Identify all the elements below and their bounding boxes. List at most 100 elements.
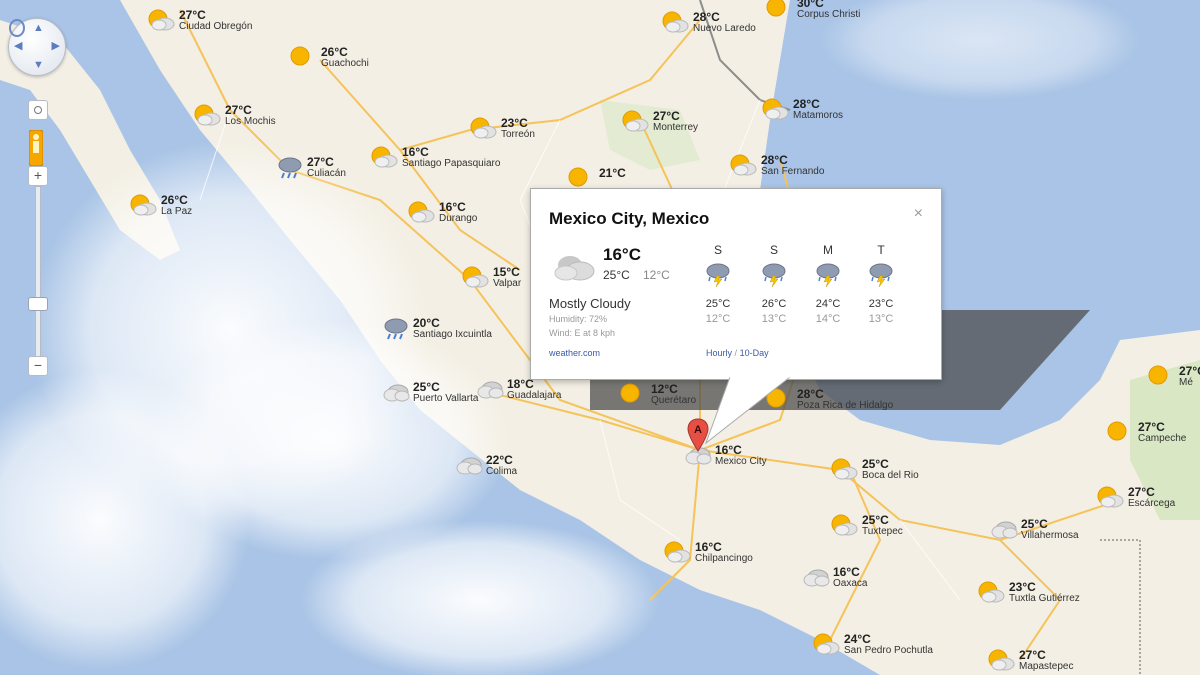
marker-city: Puerto Vallarta — [413, 393, 479, 404]
marker-city: Colima — [486, 466, 518, 477]
forecast-links: Hourly / 10-Day — [706, 348, 769, 358]
weather-marker[interactable]: 24°C San Pedro Pochutla — [813, 632, 933, 657]
marker-temperature: 25°C — [862, 513, 889, 527]
marker-temperature: 25°C — [1021, 517, 1048, 531]
pan-control[interactable]: ▲ ▼ ◀ ▶ — [8, 18, 66, 76]
pan-left-icon[interactable]: ◀ — [14, 41, 22, 52]
weather-marker[interactable]: 26°C Guachochi — [290, 45, 369, 70]
marker-city: Nuevo Laredo — [693, 23, 756, 34]
sun-icon — [766, 0, 786, 17]
weather-marker[interactable]: 26°C La Paz — [130, 193, 192, 218]
today-high: 25°C — [603, 268, 630, 282]
pegman-icon[interactable] — [29, 130, 43, 166]
weather-marker[interactable]: 30°C Corpus Christi — [766, 0, 860, 21]
forecast-day: S 26°C 13°C — [759, 243, 789, 325]
weather-marker[interactable]: 27°CMé — [1148, 364, 1200, 389]
weather-marker[interactable]: 27°C Ciudad Obregón — [148, 8, 252, 33]
weather-marker[interactable]: 15°C Valpar — [462, 265, 521, 290]
sun-icon — [568, 167, 588, 187]
weather-marker[interactable]: 16°C Santiago Papasquiaro — [371, 145, 500, 170]
mostly-cloudy-icon — [554, 256, 595, 281]
marker-temperature: 28°C — [797, 387, 824, 401]
weather-marker[interactable]: 27°C Los Mochis — [194, 103, 276, 128]
weather-marker[interactable]: 25°C Tuxtepec — [831, 513, 903, 538]
weather-marker[interactable]: 12°C Querétaro — [620, 382, 696, 407]
marker-temperature: 20°C — [413, 316, 440, 330]
zoom-out-button[interactable]: − — [28, 356, 48, 376]
weather-marker[interactable]: 28°C Nuevo Laredo — [662, 10, 756, 35]
marker-city: Santiago Ixcuintla — [413, 329, 492, 340]
weather-marker[interactable]: 23°C Tuxtla Gutiérrez — [978, 580, 1080, 605]
weather-marker[interactable]: 16°C Oaxaca — [802, 565, 867, 590]
zoom-in-button[interactable]: + — [28, 166, 48, 186]
weather-marker[interactable]: 28°C Matamoros — [762, 97, 843, 122]
thunderstorm-icon — [706, 263, 730, 288]
weather-marker[interactable]: 16°C Durango — [408, 200, 477, 225]
wind-text: Wind: E at 8 kph — [549, 328, 616, 338]
marker-temperature: 25°C — [862, 457, 889, 471]
forecast-low: 13°C — [868, 313, 894, 325]
source-link[interactable]: weather.com — [549, 348, 600, 358]
marker-temperature: 24°C — [844, 632, 871, 646]
sun-cloud-icon — [148, 9, 175, 31]
weather-marker[interactable]: 22°C Colima — [455, 453, 517, 478]
reset-view-button[interactable] — [28, 100, 48, 120]
weather-marker[interactable]: 27°C Monterrey — [622, 109, 698, 134]
cloud-icon — [456, 457, 483, 475]
thunderstorm-icon — [816, 263, 840, 288]
pan-right-icon[interactable]: ▶ — [52, 41, 60, 52]
marker-city: San Fernando — [761, 166, 825, 177]
today-low: 12°C — [643, 268, 670, 282]
marker-temperature: 30°C — [797, 0, 824, 10]
compass-icon — [9, 19, 25, 37]
cloud-cover — [300, 520, 660, 675]
marker-temperature: 23°C — [1009, 580, 1036, 594]
marker-temperature: 28°C — [793, 97, 820, 111]
marker-temperature: 16°C — [833, 565, 860, 579]
forecast-low: 12°C — [705, 313, 731, 325]
forecast-high: 25°C — [705, 298, 731, 310]
humidity-text: Humidity: 72% — [549, 314, 608, 324]
marker-city: Tuxtepec — [862, 526, 903, 537]
marker-city: Poza Rica de Hidalgo — [797, 400, 894, 411]
weather-marker[interactable]: 27°C Mapastepec — [988, 648, 1073, 673]
weather-marker[interactable]: 25°C Boca del Rio — [831, 457, 919, 482]
marker-temperature: 12°C — [651, 382, 678, 396]
weather-marker[interactable]: 28°C San Fernando — [730, 153, 824, 178]
marker-city: Guachochi — [321, 58, 369, 69]
marker-city: Oaxaca — [833, 578, 868, 589]
marker-city: Mapastepec — [1019, 661, 1074, 672]
weather-marker[interactable]: 27°C Escárcega — [1097, 485, 1175, 510]
weather-marker[interactable]: 16°C Chilpancingo — [664, 540, 753, 565]
marker-city: Querétaro — [651, 395, 697, 406]
marker-temperature: 23°C — [501, 116, 528, 130]
pan-up-icon[interactable]: ▲ — [33, 23, 44, 34]
forecast-day-label: S — [769, 243, 778, 257]
current-temperature: 16°C — [603, 245, 641, 264]
marker-city: Santiago Papasquiaro — [402, 158, 501, 169]
popup-tail — [704, 377, 791, 445]
sun-icon — [1148, 365, 1168, 385]
forecast-high: 23°C — [868, 298, 894, 310]
pan-down-icon[interactable]: ▼ — [33, 60, 44, 71]
sun-cloud-icon — [831, 458, 858, 480]
hourly-link[interactable]: Hourly — [706, 348, 732, 358]
weather-marker[interactable]: 27°C Culiacán — [276, 155, 346, 180]
close-icon[interactable]: × — [914, 205, 923, 223]
weather-marker[interactable]: 18°C Guadalajara — [476, 377, 561, 402]
marker-city: Chilpancingo — [695, 553, 753, 564]
weather-marker[interactable]: 20°C Santiago Ixcuintla — [382, 316, 492, 341]
sun-cloud-icon — [1097, 486, 1124, 508]
weather-marker[interactable]: 25°C Villahermosa — [990, 517, 1079, 542]
zoom-slider-track[interactable] — [35, 186, 41, 358]
weather-marker[interactable]: 27°C Campeche — [1107, 420, 1186, 445]
ten-day-link[interactable]: 10-Day — [740, 348, 769, 358]
zoom-slider-handle[interactable] — [28, 297, 48, 311]
marker-city: San Pedro Pochutla — [844, 645, 933, 656]
cloud-icon — [383, 384, 410, 402]
marker-city: Escárcega — [1128, 498, 1176, 509]
weather-marker[interactable]: 25°C Puerto Vallarta — [382, 380, 478, 405]
marker-city: Boca del Rio — [862, 470, 919, 481]
weather-marker[interactable]: 21°C — [568, 166, 626, 190]
weather-marker[interactable]: 23°C Torreón — [470, 116, 535, 141]
